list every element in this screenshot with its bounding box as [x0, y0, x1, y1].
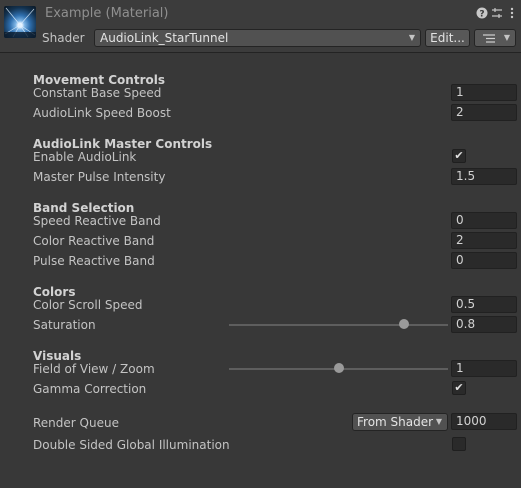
- saturation-field[interactable]: 0.8: [451, 316, 517, 333]
- section-colors: Colors: [33, 285, 76, 299]
- enable-audiolink-label: Enable AudioLink: [33, 150, 137, 164]
- saturation-slider-track[interactable]: [229, 324, 448, 326]
- constant-base-speed-label: Constant Base Speed: [33, 86, 162, 100]
- master-pulse-intensity-label: Master Pulse Intensity: [33, 170, 166, 184]
- material-preview-thumbnail: [4, 6, 36, 38]
- render-queue-field[interactable]: 1000: [451, 413, 517, 430]
- gamma-correction-label: Gamma Correction: [33, 382, 147, 396]
- color-reactive-band-label: Color Reactive Band: [33, 234, 155, 248]
- kebab-menu-icon[interactable]: [506, 7, 518, 19]
- field-of-view-zoom-field[interactable]: 1: [451, 360, 517, 377]
- preset-sliders-icon[interactable]: [491, 7, 503, 19]
- section-band-selection: Band Selection: [33, 201, 135, 215]
- shader-value: AudioLink_StarTunnel: [100, 31, 229, 45]
- enable-audiolink-checkbox[interactable]: ✔: [452, 149, 466, 163]
- constant-base-speed-field[interactable]: 1: [451, 84, 517, 101]
- double-sided-gi-label: Double Sided Global Illumination: [33, 438, 230, 452]
- double-sided-gi-checkbox[interactable]: [452, 437, 466, 451]
- speed-reactive-band-field[interactable]: 0: [451, 212, 517, 229]
- help-icon[interactable]: ?: [476, 7, 488, 19]
- saturation-slider-thumb[interactable]: [399, 319, 410, 329]
- chevron-down-icon: ▼: [503, 33, 510, 42]
- audiolink-speed-boost-label: AudioLink Speed Boost: [33, 106, 171, 120]
- shader-dropdown[interactable]: AudioLink_StarTunnel ▼: [94, 29, 421, 47]
- render-queue-label: Render Queue: [33, 416, 119, 430]
- field-of-view-slider-thumb[interactable]: [333, 363, 344, 373]
- render-queue-mode-dropdown[interactable]: From Shader ▼: [352, 413, 448, 431]
- field-of-view-zoom-label: Field of View / Zoom: [33, 362, 155, 376]
- color-scroll-speed-label: Color Scroll Speed: [33, 298, 143, 312]
- pulse-reactive-band-field[interactable]: 0: [451, 252, 517, 269]
- svg-text:?: ?: [479, 9, 484, 19]
- pulse-reactive-band-label: Pulse Reactive Band: [33, 254, 155, 268]
- color-reactive-band-field[interactable]: 2: [451, 232, 517, 249]
- chevron-down-icon: ▼: [408, 33, 415, 42]
- shader-options-button[interactable]: ▼: [474, 29, 516, 47]
- render-queue-mode-value: From Shader: [357, 415, 434, 429]
- chevron-down-icon: ▼: [435, 417, 442, 426]
- color-scroll-speed-field[interactable]: 0.5: [451, 296, 517, 313]
- shader-label: Shader: [42, 31, 85, 45]
- edit-shader-button[interactable]: Edit...: [425, 29, 470, 47]
- saturation-label: Saturation: [33, 318, 96, 332]
- gamma-correction-checkbox[interactable]: ✔: [452, 381, 466, 395]
- section-audiolink-master-controls: AudioLink Master Controls: [33, 137, 213, 151]
- master-pulse-intensity-field[interactable]: 1.5: [451, 168, 517, 185]
- inspector-header: Example (Material) ? Shader AudioLink_St…: [0, 0, 521, 53]
- section-movement-controls: Movement Controls: [33, 73, 165, 87]
- audiolink-speed-boost-field[interactable]: 2: [451, 104, 517, 121]
- speed-reactive-band-label: Speed Reactive Band: [33, 214, 161, 228]
- section-visuals: Visuals: [33, 349, 82, 363]
- material-title: Example (Material): [45, 6, 169, 21]
